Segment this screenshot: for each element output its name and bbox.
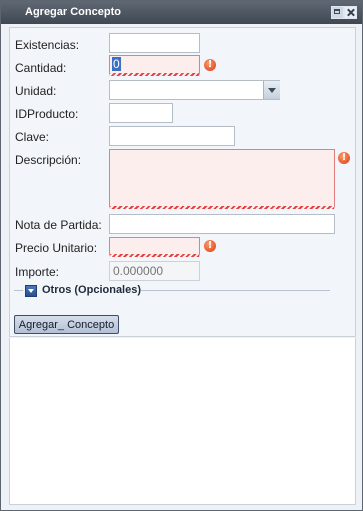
cantidad-field[interactable]: 0 [109,55,200,76]
descripcion-error-icon: ! [338,152,350,164]
collapse-toggle-icon[interactable] [25,285,37,297]
importe-field [109,261,200,281]
close-icon[interactable] [344,6,357,19]
empty-content-area [9,338,356,505]
fieldset-border-right [141,290,330,291]
window-title: Agregar Concepto [25,6,121,18]
unidad-label: Unidad: [15,84,57,98]
existencias-label: Existencias: [15,38,80,52]
unidad-combobox[interactable] [109,80,280,100]
cantidad-label: Cantidad: [15,61,67,75]
idproducto-field[interactable] [109,103,173,123]
importe-label: Importe: [15,265,60,279]
nota-partida-field[interactable] [109,214,335,234]
window-titlebar[interactable]: Agregar Concepto [1,1,362,24]
existencias-field[interactable] [109,33,200,53]
idproducto-label: IDProducto: [15,107,79,121]
descripcion-textarea[interactable] [109,149,335,209]
precio-unitario-error-icon: ! [204,240,216,252]
agregar-concepto-button[interactable]: Agregar_ Concepto [14,315,119,334]
descripcion-label: Descripción: [15,153,82,167]
clave-label: Clave: [15,130,50,144]
clave-field[interactable] [109,126,235,146]
maximize-icon[interactable] [331,6,344,19]
cantidad-value: 0 [112,57,121,71]
nota-partida-label: Nota de Partida: [15,218,102,232]
otros-legend[interactable]: Otros (Opcionales) [42,284,141,296]
precio-unitario-label: Precio Unitario: [15,241,98,255]
chevron-down-icon[interactable] [263,81,280,99]
agregar-concepto-window: Agregar Concepto Existencias: Cantidad: … [0,0,363,511]
precio-unitario-field[interactable] [109,237,200,257]
fieldset-border-left [14,290,23,291]
cantidad-error-icon: ! [204,59,216,71]
